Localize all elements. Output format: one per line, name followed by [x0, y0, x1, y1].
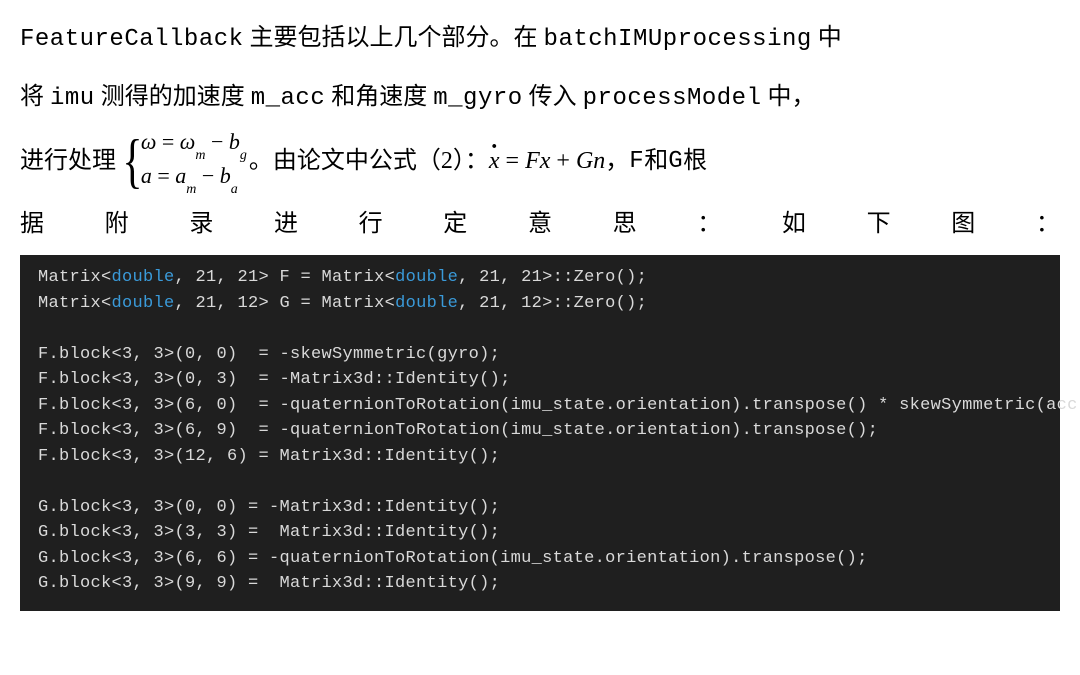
- code-token: m_acc: [251, 85, 326, 112]
- state-equation: x = Fx + Gn: [489, 133, 605, 191]
- code-token: FeatureCallback: [20, 26, 244, 53]
- code-token: imu: [50, 85, 95, 112]
- code-snippet: Matrix<double, 21, 21> F = Matrix<double…: [20, 255, 1060, 611]
- code-token: processModel: [583, 85, 762, 112]
- equation-cases: { ω = ωm − bg a = am − ba: [118, 127, 247, 196]
- code-token: G: [668, 133, 683, 191]
- code-token: m_gyro: [433, 85, 522, 112]
- type-keyword: double: [112, 294, 175, 313]
- code-token: F: [629, 133, 644, 191]
- type-keyword: double: [395, 294, 458, 313]
- type-keyword: double: [395, 268, 458, 287]
- code-token: batchIMUprocessing: [544, 26, 812, 53]
- explanation-text: FeatureCallback 主要包括以上几个部分。在 batchIMUpro…: [20, 10, 1060, 253]
- left-brace-icon: {: [122, 131, 142, 191]
- justified-line: 据 附 录 进 行 定 意 思 ： 如 下 图 ：: [20, 196, 1060, 254]
- type-keyword: double: [112, 268, 175, 287]
